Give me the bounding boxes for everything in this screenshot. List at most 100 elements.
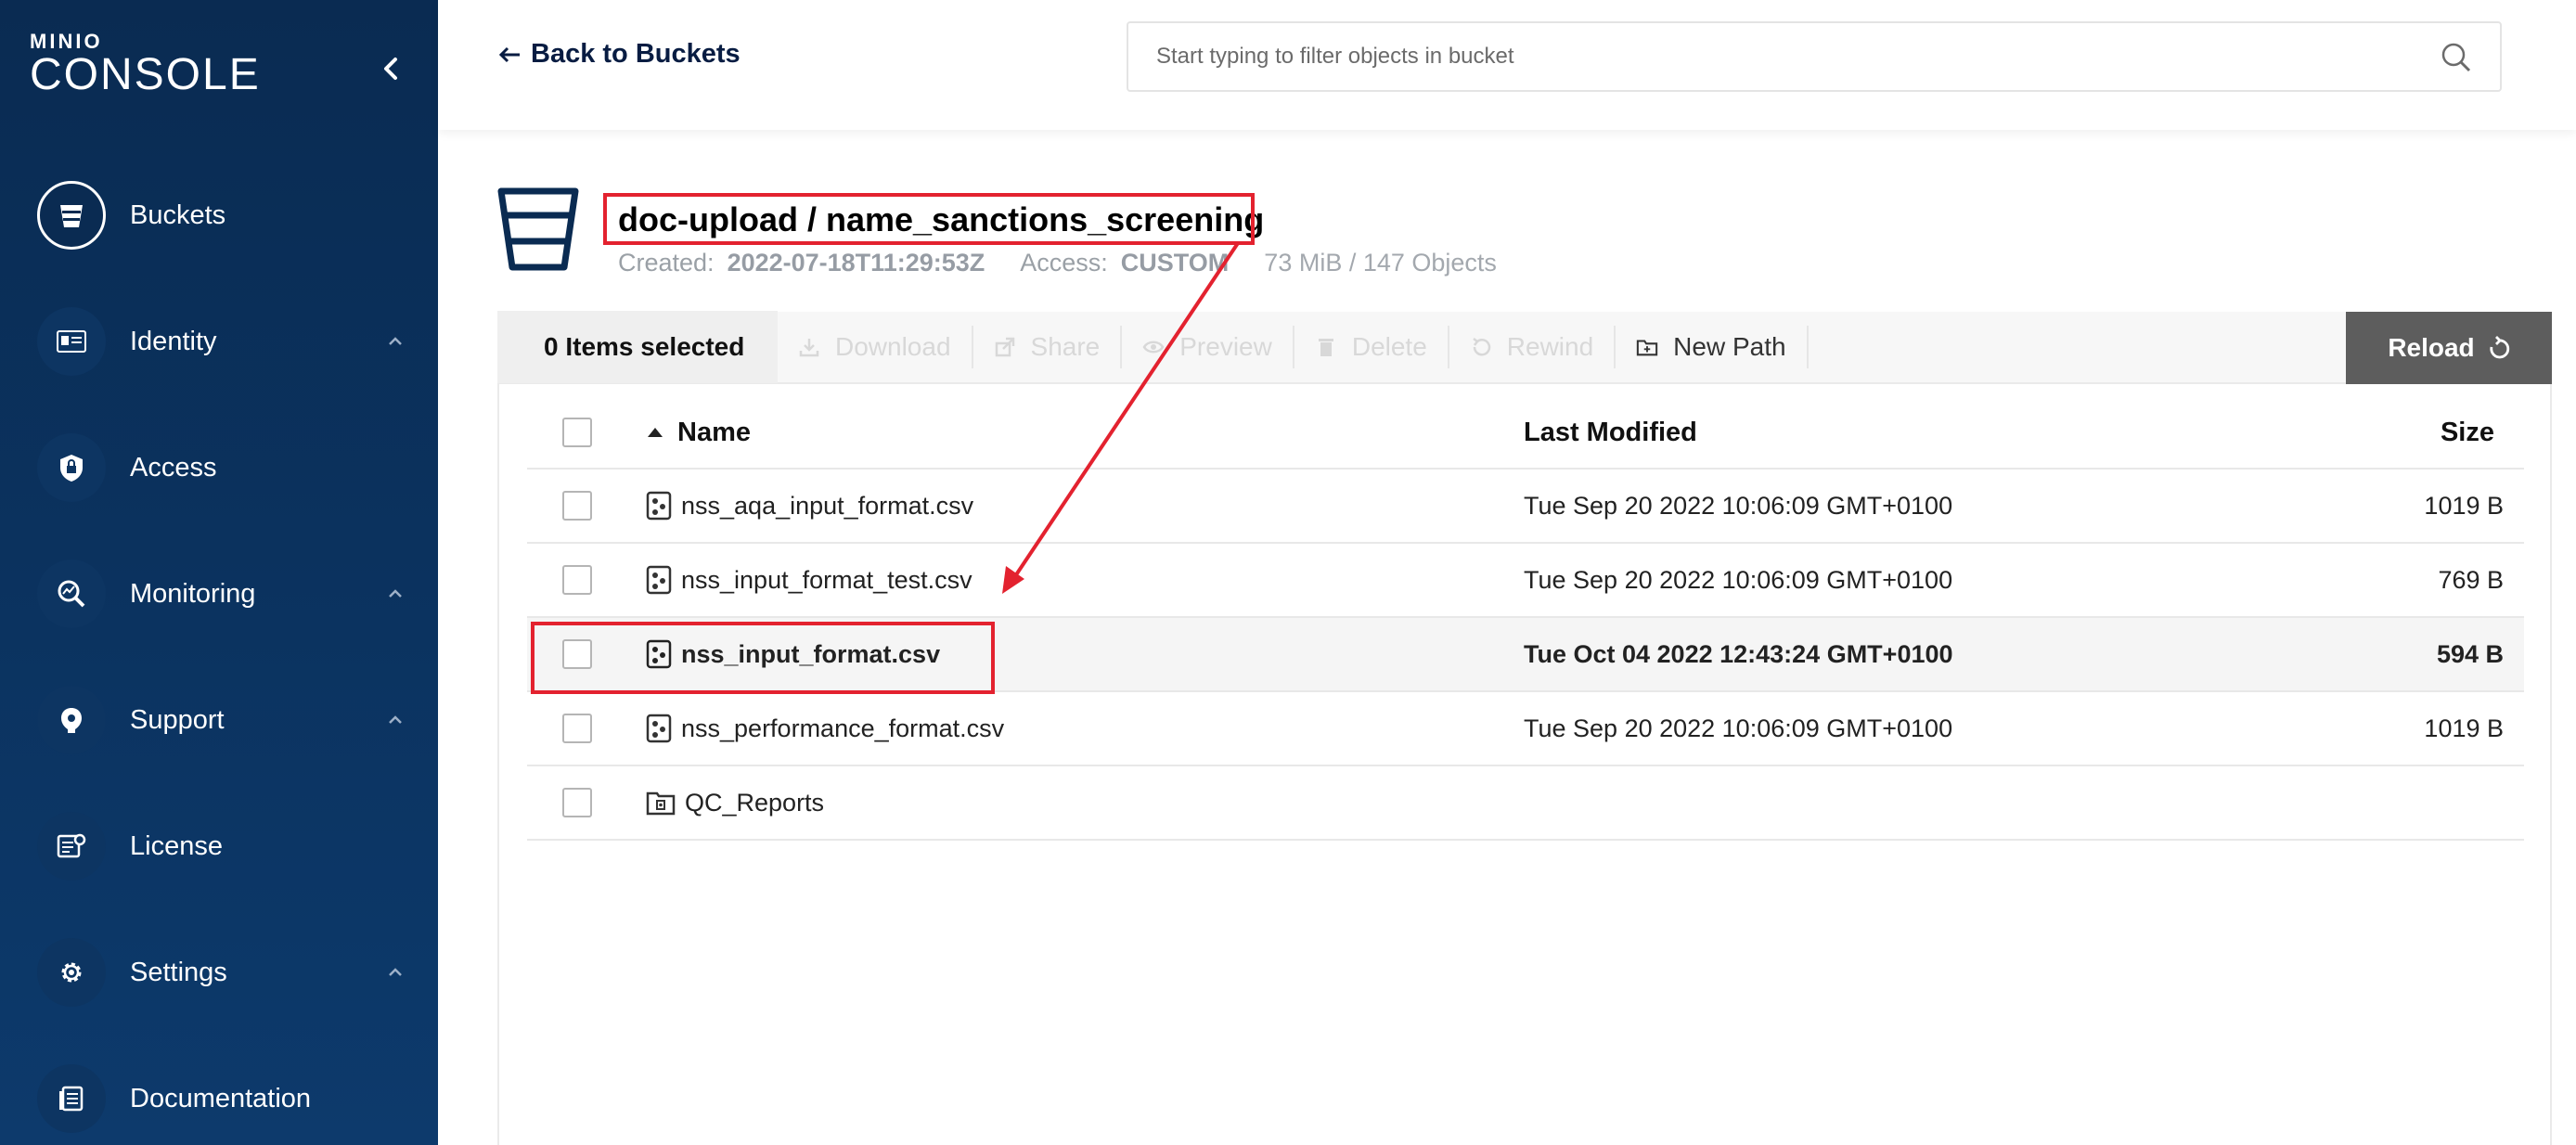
table-row[interactable]: nss_aqa_input_format.csv Tue Sep 20 2022… xyxy=(527,470,2524,544)
sidebar-item-license[interactable]: License xyxy=(37,809,408,883)
table-row[interactable]: nss_input_format.csv Tue Oct 04 2022 12:… xyxy=(527,618,2524,692)
object-modified: Tue Sep 20 2022 10:06:09 GMT+0100 xyxy=(1524,565,1953,594)
sidebar-item-access[interactable]: Access xyxy=(37,431,408,505)
sidebar-item-label: Monitoring xyxy=(130,578,256,609)
sort-asc-icon xyxy=(648,428,663,437)
sidebar-item-label: Buckets xyxy=(130,199,226,230)
object-size: 1019 B xyxy=(2424,491,2504,520)
search-chart-icon xyxy=(58,580,85,608)
document-icon xyxy=(59,1086,84,1112)
created-value: 2022-07-18T11:29:53Z xyxy=(727,249,985,277)
object-filter-search xyxy=(1127,21,2502,92)
refresh-icon xyxy=(2490,336,2509,359)
object-name: QC_Reports xyxy=(685,788,825,817)
action-toolbar: 0 Items selected Download Share Preview … xyxy=(497,311,2552,384)
file-icon xyxy=(646,565,672,595)
sidebar-item-label: Documentation xyxy=(130,1083,312,1113)
object-name: nss_performance_format.csv xyxy=(681,714,1005,742)
folder-icon xyxy=(646,791,676,816)
chevron-left-icon xyxy=(384,58,397,80)
sidebar-item-buckets[interactable]: Buckets xyxy=(37,178,408,252)
chevron-up-icon[interactable] xyxy=(382,328,408,354)
access-label: Access: xyxy=(1020,249,1108,277)
new-folder-icon xyxy=(1637,340,1658,356)
chevron-up-icon[interactable] xyxy=(382,707,408,733)
collapse-sidebar-button[interactable] xyxy=(377,48,405,89)
file-icon xyxy=(646,639,672,669)
object-modified: Tue Sep 20 2022 10:06:09 GMT+0100 xyxy=(1524,714,1953,742)
lock-shield-icon xyxy=(60,455,83,482)
sidebar-item-label: Access xyxy=(130,452,217,482)
items-selected-count: 0 Items selected xyxy=(497,311,778,383)
reload-button[interactable]: Reload xyxy=(2346,312,2552,384)
search-input[interactable] xyxy=(1156,44,2400,70)
sidebar-item-settings[interactable]: Settings xyxy=(37,935,408,1010)
sidebar-item-label: Identity xyxy=(130,326,217,356)
sidebar-item-label: Settings xyxy=(130,957,227,987)
table-row[interactable]: nss_performance_format.csv Tue Sep 20 20… xyxy=(527,692,2524,766)
bucket-icon xyxy=(497,187,579,271)
search-icon[interactable] xyxy=(2441,42,2472,73)
sidebar-item-identity[interactable]: Identity xyxy=(37,304,408,379)
bucket-icon xyxy=(60,205,83,227)
table-row[interactable]: QC_Reports xyxy=(527,766,2524,841)
object-name: nss_input_format_test.csv xyxy=(681,565,972,594)
download-label: Download xyxy=(835,332,951,361)
file-icon xyxy=(646,714,672,743)
object-size: 769 B xyxy=(2438,565,2504,594)
access-value[interactable]: CUSTOM xyxy=(1121,249,1230,277)
size-column-header[interactable]: Size xyxy=(2441,418,2494,448)
sidebar-item-documentation[interactable]: Documentation xyxy=(37,1061,408,1136)
id-card-icon xyxy=(57,330,86,353)
back-to-buckets-label: Back to Buckets xyxy=(531,39,741,69)
chevron-up-icon[interactable] xyxy=(382,581,408,607)
object-name: nss_input_format.csv xyxy=(681,639,941,668)
file-icon xyxy=(646,491,672,521)
logo-big-text: CONSOLE xyxy=(30,50,261,99)
gear-icon xyxy=(61,962,82,983)
sidebar-item-label: Support xyxy=(130,704,225,735)
select-all-checkbox[interactable] xyxy=(562,418,592,447)
new-path-label: New Path xyxy=(1673,332,1786,361)
rewind-label: Rewind xyxy=(1506,332,1594,361)
created-label: Created: xyxy=(618,249,715,277)
download-icon xyxy=(799,339,819,357)
reload-label: Reload xyxy=(2388,333,2475,362)
support-icon xyxy=(61,708,82,733)
name-column-header[interactable]: Name xyxy=(646,418,751,448)
object-size: 594 B xyxy=(2436,639,2504,668)
bucket-meta: Created: 2022-07-18T11:29:53Z Access: CU… xyxy=(618,249,1497,277)
new-path-button[interactable]: New Path xyxy=(1616,326,1809,368)
bucket-title: doc-upload / name_sanctions_screening xyxy=(618,200,1265,238)
object-modified: Tue Sep 20 2022 10:06:09 GMT+0100 xyxy=(1524,491,1953,520)
license-icon xyxy=(57,833,86,858)
download-button[interactable]: Download xyxy=(778,326,973,368)
sidebar-item-support[interactable]: Support xyxy=(37,683,408,757)
row-checkbox[interactable] xyxy=(562,639,592,669)
share-button[interactable]: Share xyxy=(973,326,1123,368)
object-name: nss_aqa_input_format.csv xyxy=(681,491,974,520)
row-checkbox[interactable] xyxy=(562,491,592,521)
sidebar: MINIO CONSOLE Buckets Identity Access Mo… xyxy=(0,0,438,1145)
back-to-buckets-link[interactable]: Back to Buckets xyxy=(497,39,741,70)
chevron-up-icon[interactable] xyxy=(382,959,408,985)
rewind-button[interactable]: Rewind xyxy=(1449,326,1616,368)
sidebar-item-label: License xyxy=(130,830,223,861)
objects-table: Name Last Modified Size nss_aqa_input_fo… xyxy=(527,397,2524,841)
preview-label: Preview xyxy=(1179,332,1272,361)
logo-small-text: MINIO xyxy=(30,30,103,53)
row-checkbox[interactable] xyxy=(562,714,592,743)
sidebar-item-monitoring[interactable]: Monitoring xyxy=(37,557,408,631)
rewind-icon xyxy=(1473,338,1491,356)
row-checkbox[interactable] xyxy=(562,565,592,595)
row-checkbox[interactable] xyxy=(562,788,592,817)
preview-button[interactable]: Preview xyxy=(1122,326,1294,368)
delete-label: Delete xyxy=(1351,332,1427,361)
minio-console-logo[interactable]: MINIO CONSOLE xyxy=(30,32,261,98)
table-row[interactable]: nss_input_format_test.csv Tue Sep 20 202… xyxy=(527,544,2524,618)
delete-button[interactable]: Delete xyxy=(1294,326,1449,368)
bucket-usage: 73 MiB / 147 Objects xyxy=(1264,249,1497,277)
table-header-row: Name Last Modified Size xyxy=(527,397,2524,470)
modified-column-header[interactable]: Last Modified xyxy=(1524,418,1697,448)
share-icon xyxy=(995,337,1014,357)
